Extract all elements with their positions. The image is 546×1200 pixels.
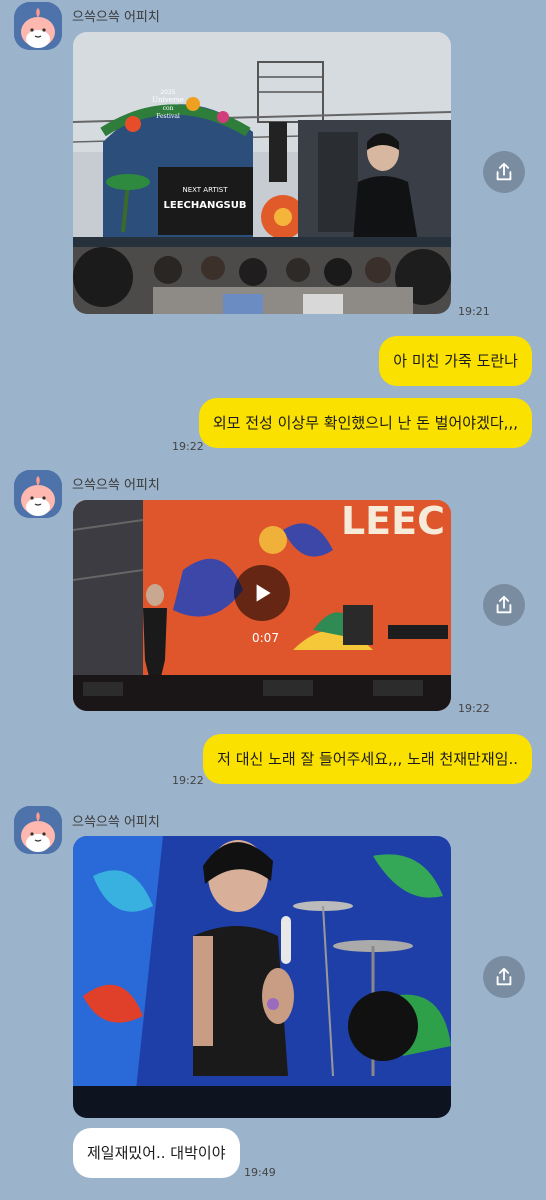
sender-avatar[interactable] xyxy=(14,2,62,50)
message-time: 19:21 xyxy=(458,305,490,318)
apeach-avatar-icon xyxy=(14,2,62,50)
my-message-bubble[interactable]: 외모 전성 이상무 확인했으니 난 돈 벌어야겠다,,, xyxy=(198,398,532,448)
message-time: 19:22 xyxy=(172,440,204,453)
share-icon xyxy=(496,595,512,614)
share-button[interactable] xyxy=(483,956,525,998)
my-message-bubble[interactable]: 저 대신 노래 잘 들어주세요,,, 노래 천재만재임.. xyxy=(203,734,532,784)
sender-name: 으쓱으쓱 어피치 xyxy=(72,10,160,25)
my-message-bubble[interactable]: 아 미친 가죽 도란나 xyxy=(379,336,532,386)
sender-name: 으쓱으쓱 어피치 xyxy=(72,815,160,830)
share-button[interactable] xyxy=(483,151,525,193)
their-message-bubble[interactable]: 제일재밌어.. 대박이야 xyxy=(73,1128,240,1178)
banner-festival: Festival xyxy=(156,113,180,120)
video-duration: 0:07 xyxy=(252,631,279,645)
sender-avatar[interactable] xyxy=(14,806,62,854)
screen-artist-name: LEECHANGSUB xyxy=(163,200,246,211)
banner-con: con xyxy=(163,105,174,112)
share-button[interactable] xyxy=(483,584,525,626)
message-time: 19:22 xyxy=(458,702,490,715)
message-time: 19:22 xyxy=(172,774,204,787)
concert-photo-stage[interactable]: 2025 Universe con Festival NEXT ARTIST L… xyxy=(73,32,451,314)
message-time: 19:49 xyxy=(244,1166,276,1179)
sender-avatar[interactable] xyxy=(14,470,62,518)
banner-universe: Universe xyxy=(152,96,184,104)
apeach-avatar-icon xyxy=(14,806,62,854)
share-icon xyxy=(496,967,512,986)
play-video-button[interactable] xyxy=(234,565,290,621)
sender-name: 으쓱으쓱 어피치 xyxy=(72,478,160,493)
share-icon xyxy=(496,162,512,181)
banner-year: 2025 xyxy=(160,89,175,96)
led-wall-text: LEEC xyxy=(341,500,445,543)
screen-next-artist: NEXT ARTIST xyxy=(182,186,228,194)
concert-photo-singer[interactable] xyxy=(73,836,451,1118)
play-icon xyxy=(256,584,271,602)
apeach-avatar-icon xyxy=(14,470,62,518)
